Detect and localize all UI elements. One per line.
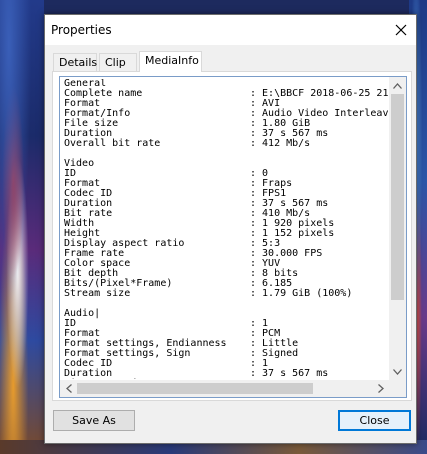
close-icon <box>395 24 407 36</box>
scroll-left-button[interactable] <box>60 380 77 397</box>
scroll-up-button[interactable] <box>389 77 406 94</box>
mediainfo-field-label: Overall bit rate <box>64 138 161 149</box>
mediainfo-text-area[interactable]: General Complete name: E:\BBCF 2018-06-25… <box>59 76 407 398</box>
mediainfo-content[interactable]: General Complete name: E:\BBCF 2018-06-25… <box>64 79 390 379</box>
properties-dialog: Properties Details Clip MediaInfo Genera… <box>44 14 417 444</box>
mediainfo-row: Video <box>64 159 390 169</box>
close-button[interactable]: Close <box>338 410 411 431</box>
chevron-left-icon <box>65 384 72 393</box>
mediainfo-row <box>64 299 390 309</box>
mediainfo-row: Format settings, Sign: Signed <box>64 349 390 359</box>
mediainfo-field-label: Audio| <box>64 308 101 319</box>
mediainfo-row: Overall bit rate : 412 Mb/s <box>64 139 390 149</box>
mediainfo-row: Codec ID: 1 <box>64 359 390 369</box>
window-title: Properties <box>51 23 112 37</box>
background-artwork-left <box>0 0 44 454</box>
mediainfo-row: Complete name: E:\BBCF 2018-06-25 21- <box>64 89 390 99</box>
mediainfo-field-value: : Constant <box>250 378 310 380</box>
mediainfo-row: ID: 1 <box>64 319 390 329</box>
mediainfo-field-value: : 412 Mb/s <box>250 138 311 149</box>
tab-clip[interactable]: Clip <box>99 53 137 71</box>
scroll-right-button[interactable] <box>372 380 389 397</box>
title-bar[interactable]: Properties <box>45 15 416 45</box>
mediainfo-row: Codec ID: FPS1 <box>64 189 390 199</box>
mediainfo-row: ID: 0 <box>64 169 390 179</box>
vertical-scroll-thumb[interactable] <box>391 94 404 300</box>
mediainfo-row: Width: 1 920 pixels <box>64 219 390 229</box>
horizontal-scrollbar[interactable] <box>60 380 389 397</box>
mediainfo-field-label: Stream size <box>64 288 131 299</box>
chevron-right-icon <box>377 384 384 393</box>
mediainfo-row <box>64 149 390 159</box>
mediainfo-field-label: Video <box>64 158 95 169</box>
chevron-up-icon <box>393 82 402 89</box>
save-as-button[interactable]: Save As <box>53 410 135 431</box>
mediainfo-field-value: : 1.79 GiB (100%) <box>250 288 353 299</box>
tab-mediainfo[interactable]: MediaInfo <box>139 51 202 72</box>
tab-details[interactable]: Details <box>53 53 97 71</box>
close-window-button[interactable] <box>386 15 416 45</box>
mediainfo-row: Duration: 37 s 567 ms <box>64 199 390 209</box>
horizontal-scroll-thumb[interactable] <box>77 383 313 394</box>
vertical-scrollbar[interactable] <box>389 77 406 380</box>
mediainfo-row: Stream size : 1.79 GiB (100%) <box>64 289 390 299</box>
chevron-down-icon <box>393 368 402 375</box>
tab-panel-mediainfo: General Complete name: E:\BBCF 2018-06-25… <box>52 71 412 401</box>
mediainfo-row: Bit rate: 410 Mb/s <box>64 209 390 219</box>
mediainfo-row: Audio| <box>64 309 390 319</box>
scrollbar-corner <box>389 380 406 397</box>
mediainfo-row: File size: 1.80 GiB <box>64 119 390 129</box>
scroll-down-button[interactable] <box>389 363 406 380</box>
mediainfo-row: Format: Fraps <box>64 179 390 189</box>
